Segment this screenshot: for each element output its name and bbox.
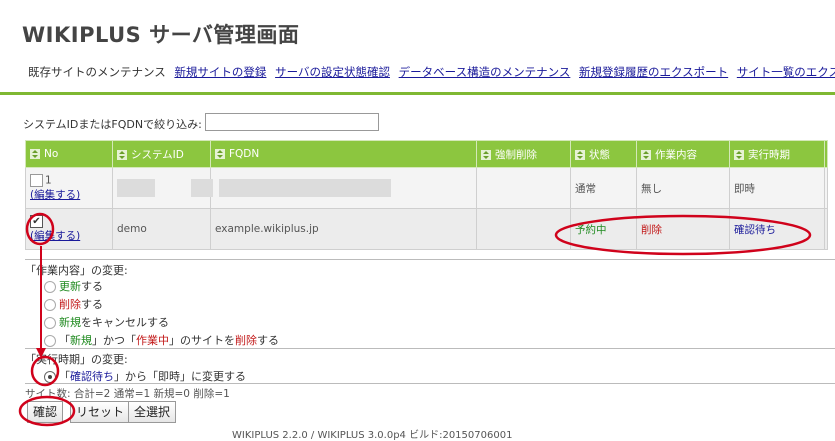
cell-work: 無し [636,167,730,209]
nav-item-export-history[interactable]: 新規登録履歴のエクスポート [579,65,728,79]
divider [25,383,835,384]
cell-status: 予約中 [570,208,637,250]
filter-label: システムIDまたはFQDNで絞り込み: [23,118,202,131]
table-row: (編集する) demo example.wikiplus.jp 予約中 削除 確… [25,208,828,250]
option-timing-immediate[interactable]: 「確認待ち」から「即時」に変更する [44,368,246,384]
cell-force [476,208,571,250]
col-header-force-delete[interactable]: 強制削除 [476,140,571,168]
select-all-button[interactable]: 全選択 [128,401,177,423]
cell-status: 通常 [570,167,637,209]
cell-no: (編集する) [25,208,113,250]
sort-icon [481,149,491,160]
site-count-summary: サイト数: 合計=2 通常=1 新規=0 削除=1 [25,388,230,400]
option-delete-inprogress[interactable]: 「新規」かつ「作業中」のサイトを削除する [44,332,279,348]
cell-force [476,167,571,209]
table-row: 1 (編集する) 通常 無し 即時 [25,167,828,209]
work-change-heading: 「作業内容」の変更: [25,264,128,277]
radio-button[interactable] [44,371,56,383]
reset-button[interactable]: リセット [70,401,131,423]
page-title: WIKIPLUS サーバ管理画面 [22,23,300,47]
row-checkbox[interactable] [30,215,43,228]
cell-timing: 即時 [729,167,825,209]
sort-icon [641,149,651,160]
filter-row: システムIDまたはFQDNで絞り込み: [23,113,379,132]
col-header-no[interactable]: No [25,140,113,168]
col-header-work[interactable]: 作業内容 [636,140,730,168]
filter-input[interactable] [205,113,379,131]
cell-fqdn: example.wikiplus.jp [210,208,477,250]
nav-item-server-config[interactable]: サーバの設定状態確認 [275,65,390,79]
sort-icon [215,149,225,159]
main-nav: 既存サイトのメンテナンス 新規サイトの登録 サーバの設定状態確認 データベース構… [28,64,835,80]
radio-button[interactable] [44,317,56,329]
confirm-button[interactable]: 確認 [27,401,64,423]
radio-button[interactable] [44,281,56,293]
nav-item-db-maintenance[interactable]: データベース構造のメンテナンス [399,65,571,79]
option-cancel-new[interactable]: 新規をキャンセルする [44,314,169,330]
redacted-block [191,179,213,197]
col-header-status[interactable]: 状態 [570,140,637,168]
divider [25,348,835,349]
sort-icon [575,149,585,160]
cell-fqdn [191,167,477,209]
nav-item-export-sites[interactable]: サイト一覧のエクスポート [737,65,835,79]
cell-work: 削除 [636,208,730,250]
nav-item-register[interactable]: 新規サイトの登録 [174,65,266,79]
option-delete[interactable]: 削除する [44,296,103,312]
header-divider [0,92,835,95]
redacted-block [219,179,391,197]
col-header-system-id[interactable]: システムID [112,140,211,168]
radio-button[interactable] [44,335,56,347]
cell-timing: 確認待ち [729,208,825,250]
redacted-block [117,179,155,197]
cell-system-id: demo [112,208,211,250]
row-checkbox[interactable] [30,174,43,187]
divider [25,259,835,260]
col-header-timing[interactable]: 実行時期 [729,140,825,168]
sort-icon [117,149,127,160]
sort-icon [734,149,744,160]
nav-item-maintenance[interactable]: 既存サイトのメンテナンス [28,65,166,79]
timing-change-heading: 「実行時期」の変更: [25,353,128,366]
radio-button[interactable] [44,299,56,311]
cell-no: 1 (編集する) [25,167,113,209]
col-header-extra [824,140,828,168]
edit-link[interactable]: (編集する) [30,230,80,242]
site-table: No システムID FQDN 強制削除 状態 作業内容 実行時期 1 (編集する… [25,140,828,250]
option-update[interactable]: 更新する [44,278,103,294]
table-header-row: No システムID FQDN 強制削除 状態 作業内容 実行時期 [25,140,828,168]
edit-link[interactable]: (編集する) [30,189,80,201]
sort-icon [30,149,40,159]
col-header-fqdn[interactable]: FQDN [210,140,477,168]
